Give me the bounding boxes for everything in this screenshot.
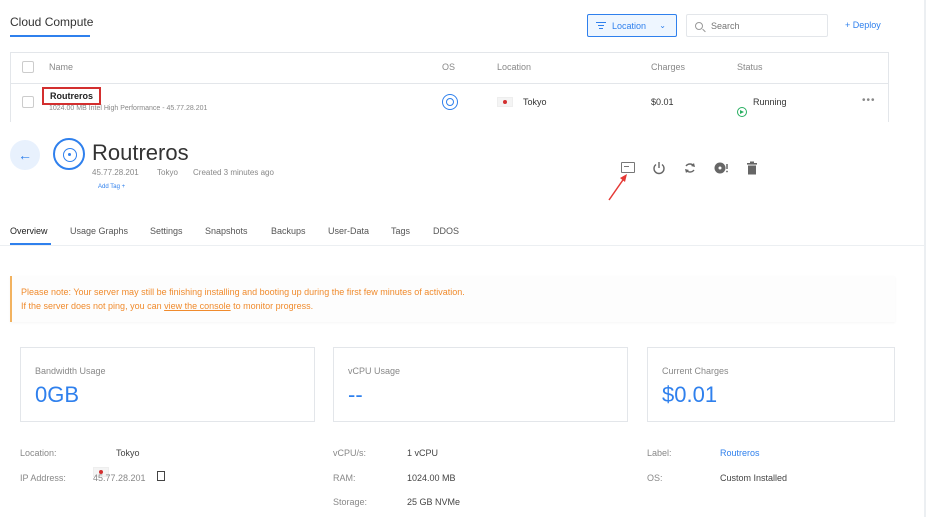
- vcpu-usage-label: vCPU Usage: [348, 366, 401, 376]
- column-header-location[interactable]: Location: [497, 62, 531, 72]
- tab-user-data[interactable]: User-Data: [328, 226, 369, 236]
- chevron-down-icon: ⌄: [659, 21, 666, 30]
- japan-flag-icon: [497, 97, 513, 107]
- activation-notice: [10, 276, 895, 322]
- column-header-charges[interactable]: Charges: [651, 62, 685, 72]
- os-value: Custom Installed: [720, 473, 788, 483]
- add-tag-link[interactable]: Add Tag +: [98, 184, 125, 190]
- trash-icon[interactable]: [746, 161, 758, 175]
- vcpu-value: 1 vCPU: [407, 448, 439, 458]
- current-charges-value: $0.01: [662, 382, 718, 407]
- bandwidth-usage-value: 0GB: [35, 382, 80, 407]
- page-title: Cloud Compute: [10, 15, 94, 29]
- row-location: Tokyo: [523, 97, 547, 107]
- filter-icon: [596, 21, 606, 30]
- notice-line-2: If the server does not ping, you can vie…: [21, 301, 313, 311]
- row-charges: $0.01: [651, 97, 674, 107]
- ip-address-value: 45.77.28.201: [93, 473, 146, 483]
- tab-snapshots[interactable]: Snapshots: [205, 226, 248, 236]
- location-filter-label: Location: [612, 20, 647, 31]
- red-arrow-annotation: [608, 174, 627, 201]
- select-all-checkbox[interactable]: [22, 61, 34, 73]
- bandwidth-usage-card: Bandwidth Usage 0GB: [20, 347, 315, 422]
- server-title: Routreros: [92, 140, 189, 165]
- search-field[interactable]: [686, 14, 828, 37]
- os-disc-icon: [442, 94, 458, 110]
- view-console-link[interactable]: view the console: [164, 301, 231, 311]
- active-tab-indicator: [10, 243, 51, 245]
- search-icon: [695, 21, 703, 30]
- server-subtitle: 1024.00 MB Intel High Performance - 45.7…: [49, 105, 208, 112]
- label-value-link[interactable]: Routreros: [720, 448, 760, 458]
- column-header-status[interactable]: Status: [737, 62, 763, 72]
- tab-backups[interactable]: Backups: [271, 226, 306, 236]
- power-icon[interactable]: [652, 161, 666, 175]
- storage-label: Storage:: [333, 497, 368, 507]
- notice-line-1: Please note: Your server may still be fi…: [21, 287, 465, 297]
- current-charges-card: Current Charges $0.01: [647, 347, 895, 422]
- os-label: OS:: [647, 473, 663, 483]
- server-ip: 45.77.28.201: [92, 168, 139, 177]
- tab-ddos[interactable]: DDOS: [433, 226, 459, 236]
- vcpu-label: vCPU/s:: [333, 448, 367, 458]
- column-header-os[interactable]: OS: [442, 62, 455, 72]
- ram-value: 1024.00 MB: [407, 473, 456, 483]
- bandwidth-usage-label: Bandwidth Usage: [35, 366, 106, 376]
- search-input[interactable]: [711, 20, 811, 31]
- title-underline: [10, 35, 90, 37]
- back-button[interactable]: ←: [10, 140, 40, 170]
- location-filter-button[interactable]: Location ⌄: [587, 14, 677, 37]
- tab-tags[interactable]: Tags: [391, 226, 410, 236]
- vcpu-usage-card: vCPU Usage --: [333, 347, 628, 422]
- current-charges-label: Current Charges: [662, 366, 729, 376]
- label-label: Label:: [647, 448, 672, 458]
- server-disc-icon: [53, 138, 85, 170]
- tab-usage-graphs[interactable]: Usage Graphs: [70, 226, 128, 236]
- tab-overview[interactable]: Overview: [10, 226, 48, 236]
- server-location: Tokyo: [157, 168, 178, 177]
- running-status-icon: [737, 107, 747, 117]
- row-checkbox[interactable]: [22, 96, 34, 108]
- location-value: Tokyo: [116, 448, 140, 458]
- ip-address-label: IP Address:: [20, 473, 66, 483]
- reinstall-disc-icon[interactable]: [714, 161, 730, 175]
- server-name-link[interactable]: Routreros: [42, 87, 102, 105]
- divider: [10, 83, 889, 84]
- tab-settings[interactable]: Settings: [150, 226, 183, 236]
- restart-icon[interactable]: [683, 161, 697, 175]
- row-status: Running: [753, 97, 787, 107]
- server-created: Created 3 minutes ago: [193, 168, 274, 177]
- more-options-icon[interactable]: •••: [862, 95, 876, 106]
- column-header-name[interactable]: Name: [49, 62, 73, 72]
- deploy-button[interactable]: + Deploy: [845, 20, 881, 30]
- copy-icon[interactable]: [157, 471, 165, 481]
- location-label: Location:: [20, 448, 57, 458]
- storage-value: 25 GB NVMe: [407, 497, 461, 507]
- ram-label: RAM:: [333, 473, 356, 483]
- notice-line-2-suffix: to monitor progress.: [230, 301, 314, 311]
- tab-bar: [0, 224, 926, 246]
- vcpu-usage-value: --: [348, 382, 363, 407]
- notice-line-2-prefix: If the server does not ping, you can: [21, 301, 165, 311]
